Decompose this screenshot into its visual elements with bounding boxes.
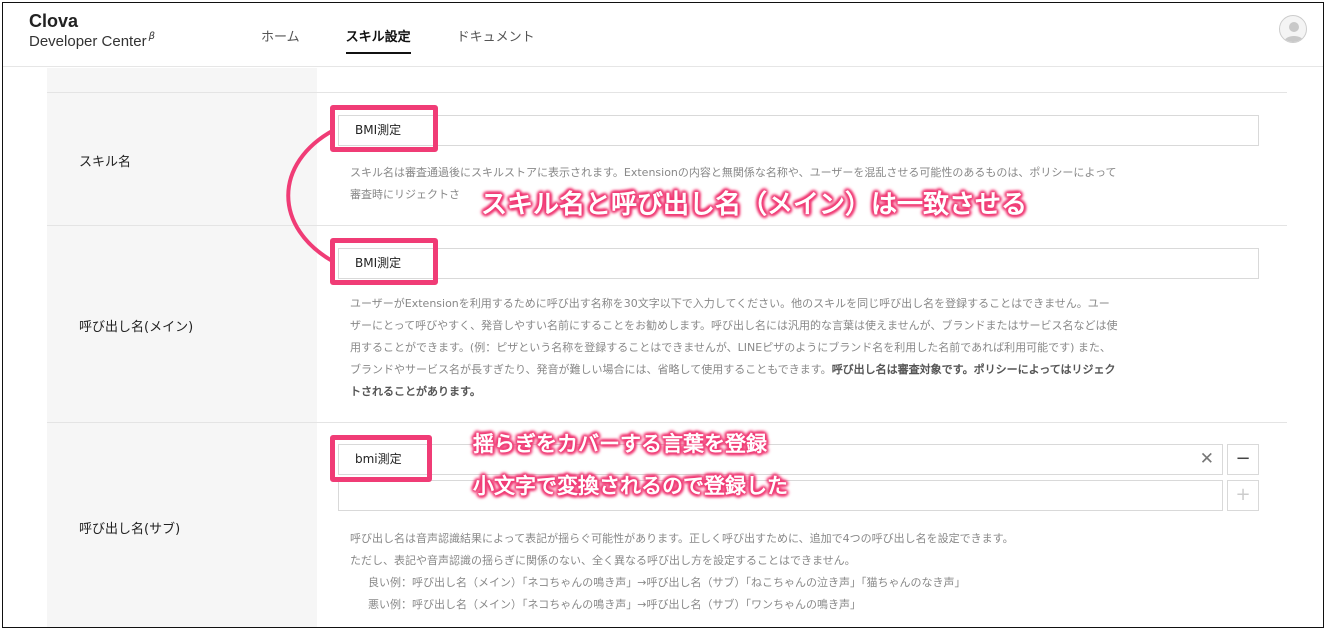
desc-line: トされることがあります。	[350, 381, 1270, 403]
divider	[47, 92, 1287, 93]
user-icon[interactable]	[1279, 15, 1307, 43]
divider	[47, 422, 1287, 423]
invocation-main-input[interactable]: BMI測定	[338, 248, 1259, 279]
logo-beta: β	[148, 31, 155, 42]
desc-line: 用することができます。(例：ピザという名称を登録することはできませんが、LINE…	[350, 341, 1111, 354]
logo[interactable]: Clova Developer Center β	[29, 11, 155, 53]
divider	[47, 225, 1287, 226]
skill-form: スキル名 BMI測定 スキル名は審査通過後にスキルストアに表示されます。Exte…	[47, 68, 1287, 627]
desc-line: スキル名は審査通過後にスキルストアに表示されます。Extensionの内容と無関…	[350, 166, 1117, 179]
desc-line: 悪い例：呼び出し名（メイン）「ネコちゃんの鳴き声」→呼び出し名（サブ）「ワンちゃ…	[368, 598, 861, 611]
skill-name-input[interactable]: BMI測定	[338, 115, 1259, 146]
highlight-invocation-main	[330, 238, 438, 285]
annotation-sub-note-1: 揺らぎをカバーする言葉を登録	[473, 432, 767, 456]
clear-icon[interactable]: ✕	[1200, 449, 1214, 470]
remove-button[interactable]: −	[1227, 444, 1259, 475]
invocation-sub-description: 呼び出し名は音声認識結果によって表記が揺らぐ可能性があります。正しく呼び出すため…	[350, 528, 1270, 616]
desc-text: ブランドやサービス名が長すぎたり、発音が難しい場合には、省略して使用することもで…	[350, 363, 832, 376]
desc-line: ブランドやサービス名が長すぎたり、発音が難しい場合には、省略して使用することもで…	[350, 359, 1270, 381]
logo-subtitle: Developer Center	[29, 33, 147, 50]
screenshot-frame: Clova Developer Center β ホーム スキル設定 ドキュメント…	[2, 2, 1324, 628]
annotation-sub-note-2: 小文字で変換されるので登録した	[473, 474, 788, 498]
desc-line: 呼び出し名は音声認識結果によって表記が揺らぐ可能性があります。正しく呼び出すため…	[350, 532, 1014, 545]
logo-title: Clova	[29, 11, 79, 31]
desc-line: ただし、表記や音声認識の揺らぎに関係のない、全く異なる呼び出し方を設定することは…	[350, 554, 856, 567]
desc-bold-text: 呼び出し名は審査対象です。ポリシーによってはリジェク	[831, 363, 1116, 376]
desc-line: ザーにとって呼びやすく、発音しやすい名前にすることをお勧めします。呼び出し名には…	[350, 319, 1118, 332]
invocation-main-label: 呼び出し名(メイン)	[79, 320, 194, 335]
annotation-main-note: スキル名と呼び出し名（メイン）は一致させる	[481, 190, 1028, 220]
desc-line: ユーザーがExtensionを利用するために呼び出す名称を30文字以下で入力して…	[350, 297, 1110, 310]
desc-line: 良い例：呼び出し名（メイン）「ネコちゃんの鳴き声」→呼び出し名（サブ）「ねこちゃ…	[368, 576, 966, 589]
main-nav: ホーム スキル設定 ドキュメント	[261, 3, 581, 67]
invocation-main-description: ユーザーがExtensionを利用するために呼び出す名称を30文字以下で入力して…	[350, 293, 1270, 403]
skill-name-label: スキル名	[79, 155, 132, 170]
highlight-invocation-sub	[330, 435, 432, 482]
invocation-sub-label: 呼び出し名(サブ)	[79, 522, 181, 537]
nav-home[interactable]: ホーム	[261, 3, 300, 67]
top-header: Clova Developer Center β ホーム スキル設定 ドキュメント	[3, 3, 1323, 67]
nav-skill-settings[interactable]: スキル設定	[345, 3, 411, 67]
highlight-skill-name	[330, 105, 438, 152]
desc-bold-text: トされることがあります。	[350, 385, 481, 398]
add-button[interactable]: +	[1227, 480, 1259, 511]
nav-documents[interactable]: ドキュメント	[457, 3, 535, 67]
